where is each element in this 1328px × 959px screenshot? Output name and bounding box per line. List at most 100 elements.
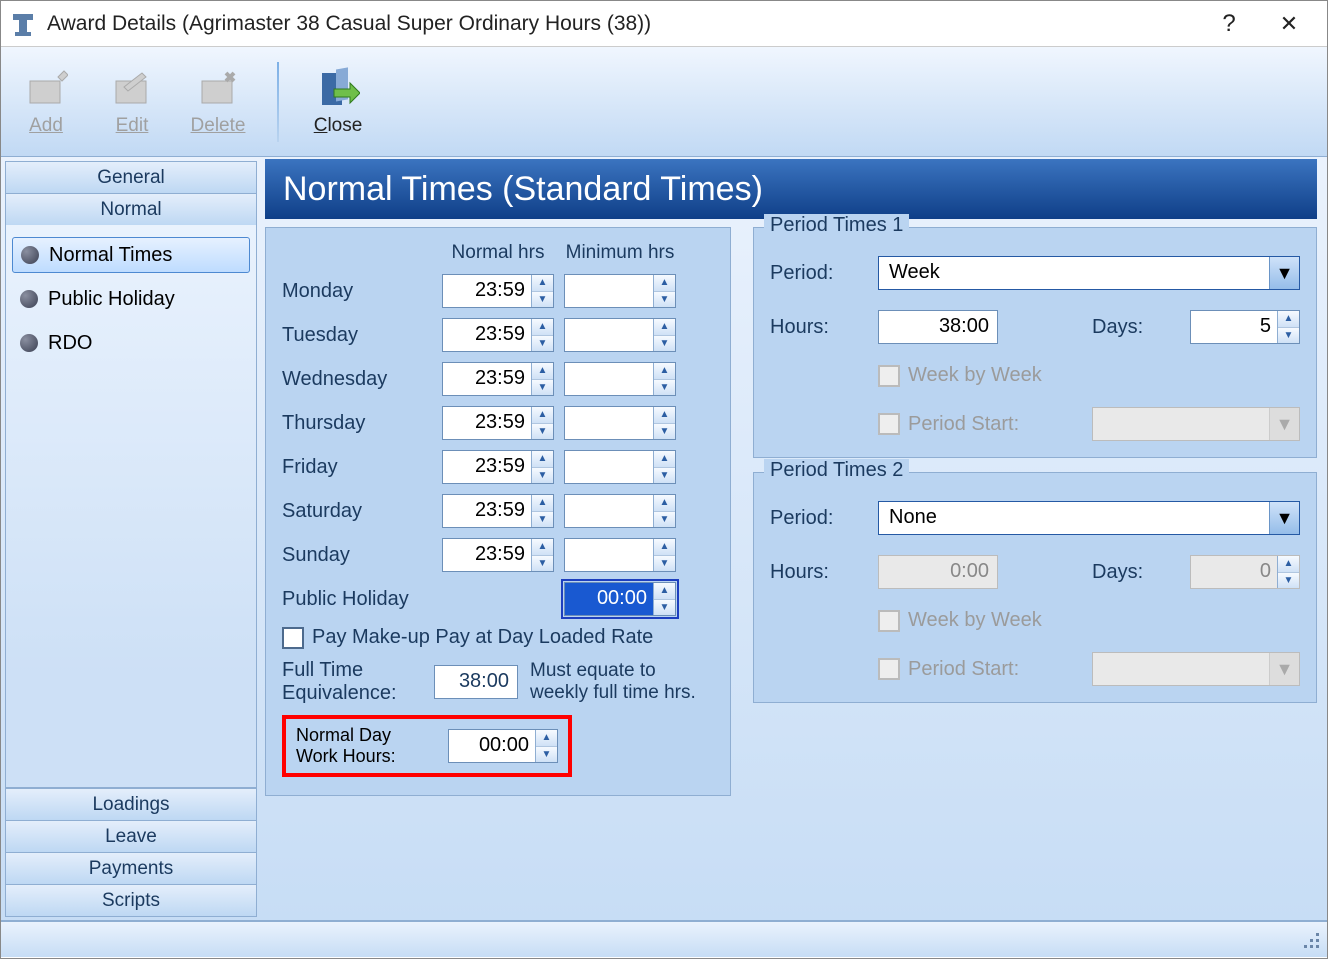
period2-hours-input: 0:00	[878, 555, 998, 589]
period1-periodstart-checkbox	[878, 413, 900, 435]
help-button[interactable]: ?	[1199, 4, 1259, 44]
normal-day-input[interactable]: 00:00▲▼	[448, 729, 558, 763]
period2-periodstart-select: ▼	[1092, 652, 1300, 686]
sidebar-item-scripts[interactable]: Scripts	[5, 884, 257, 917]
spin-up-icon[interactable]: ▲	[532, 275, 553, 292]
period2-periodstart-label: Period Start:	[908, 658, 1019, 681]
add-button: Add	[11, 67, 81, 137]
min-hrs-thursday[interactable]: ▲▼	[564, 406, 676, 440]
period1-hours-label: Hours:	[770, 316, 860, 339]
bullet-icon	[21, 246, 39, 264]
tree-label: Normal Times	[49, 244, 172, 267]
min-hrs-public-holiday[interactable]: 00:00▲▼	[564, 582, 676, 616]
edit-button: Edit	[97, 67, 167, 137]
sidebar-item-loadings[interactable]: Loadings	[5, 788, 257, 821]
close-button[interactable]: ✕	[1259, 4, 1319, 44]
status-bar	[1, 921, 1327, 957]
chevron-down-icon: ▼	[1269, 408, 1299, 440]
sidebar-top: General Normal	[5, 161, 257, 225]
delete-icon	[196, 67, 240, 111]
public-holiday-label: Public Holiday	[282, 588, 432, 611]
period1-hours-input[interactable]: 38:00	[878, 310, 998, 344]
period2-legend: Period Times 2	[764, 459, 909, 482]
sidebar-item-leave[interactable]: Leave	[5, 820, 257, 853]
body: General Normal Normal Times Public Holid…	[1, 157, 1327, 921]
chevron-down-icon[interactable]: ▼	[1269, 502, 1299, 534]
normal-hrs-friday[interactable]: 23:59▲▼	[442, 450, 554, 484]
close-tool-label: Close	[314, 115, 363, 137]
normal-hrs-monday[interactable]: 23:59▲▼	[442, 274, 554, 308]
day-label: Wednesday	[282, 368, 432, 391]
close-icon	[316, 67, 360, 111]
min-hrs-sunday[interactable]: ▲▼	[564, 538, 676, 572]
normal-day-label: Normal Day Work Hours:	[296, 725, 436, 767]
chevron-down-icon: ▼	[1269, 653, 1299, 685]
min-hrs-tuesday[interactable]: ▲▼	[564, 318, 676, 352]
period1-period-label: Period:	[770, 262, 860, 285]
normal-hrs-tuesday[interactable]: 23:59▲▼	[442, 318, 554, 352]
makeup-pay-checkbox[interactable]	[282, 627, 304, 649]
period1-weekbyweek-checkbox	[878, 365, 900, 387]
day-label: Thursday	[282, 412, 432, 435]
toolbar-separator	[277, 62, 279, 142]
edit-icon	[110, 67, 154, 111]
page-title: Normal Times (Standard Times)	[265, 159, 1317, 219]
period2-weekbyweek-label: Week by Week	[908, 609, 1042, 632]
titlebar: Award Details (Agrimaster 38 Casual Supe…	[1, 1, 1327, 47]
tree-item-normal-times[interactable]: Normal Times	[12, 237, 250, 273]
period2-days-label: Days:	[1092, 561, 1172, 584]
period2-weekbyweek-row: Week by Week	[878, 609, 1074, 632]
period2-periodstart-checkbox	[878, 658, 900, 680]
col-header-min: Minimum hrs	[564, 242, 676, 264]
spin-down-icon[interactable]: ▼	[532, 292, 553, 308]
period2-weekbyweek-checkbox	[878, 610, 900, 632]
day-label: Friday	[282, 456, 432, 479]
app-icon	[9, 10, 37, 38]
fte-label: Full Time Equivalence:	[282, 659, 422, 705]
sidebar-item-general[interactable]: General	[5, 161, 257, 194]
edit-label: Edit	[116, 115, 149, 137]
col-header-normal: Normal hrs	[442, 242, 554, 264]
min-hrs-saturday[interactable]: ▲▼	[564, 494, 676, 528]
sidebar-tree: Normal Times Public Holiday RDO	[5, 225, 257, 788]
normal-hrs-thursday[interactable]: 23:59▲▼	[442, 406, 554, 440]
period-times-1: Period Times 1 Period: Week ▼ Hours: 38:…	[753, 227, 1317, 458]
period2-period-select[interactable]: None ▼	[878, 501, 1300, 535]
sidebar-bottom: Loadings Leave Payments Scripts	[5, 788, 257, 916]
day-hours-panel: Normal hrs Minimum hrs Monday 23:59▲▼ ▲▼…	[265, 227, 731, 796]
content: Normal hrs Minimum hrs Monday 23:59▲▼ ▲▼…	[265, 227, 1317, 796]
add-label: Add	[29, 115, 63, 137]
makeup-pay-checkbox-row: Pay Make-up Pay at Day Loaded Rate	[282, 626, 714, 649]
bullet-icon	[20, 334, 38, 352]
period2-period-label: Period:	[770, 507, 860, 530]
fte-note: Must equate to weekly full time hrs.	[530, 660, 700, 704]
period2-hours-label: Hours:	[770, 561, 860, 584]
period1-periodstart-label: Period Start:	[908, 413, 1019, 436]
min-hrs-wednesday[interactable]: ▲▼	[564, 362, 676, 396]
normal-day-highlight: Normal Day Work Hours: 00:00▲▼	[282, 715, 572, 777]
min-hrs-friday[interactable]: ▲▼	[564, 450, 676, 484]
chevron-down-icon[interactable]: ▼	[1269, 257, 1299, 289]
period1-weekbyweek-row: Week by Week	[878, 364, 1074, 387]
tree-item-rdo[interactable]: RDO	[12, 325, 250, 361]
min-hrs-monday[interactable]: ▲▼	[564, 274, 676, 308]
add-icon	[24, 67, 68, 111]
close-tool-button[interactable]: Close	[303, 67, 373, 137]
spin-up-icon[interactable]: ▲	[654, 275, 675, 292]
period-times-2: Period Times 2 Period: None ▼ Hours: 0:0…	[753, 472, 1317, 703]
spin-down-icon[interactable]: ▼	[654, 292, 675, 308]
period1-days-label: Days:	[1092, 316, 1172, 339]
normal-hrs-saturday[interactable]: 23:59▲▼	[442, 494, 554, 528]
period1-period-select[interactable]: Week ▼	[878, 256, 1300, 290]
day-label: Tuesday	[282, 324, 432, 347]
period2-periodstart-row: Period Start:	[878, 658, 1074, 681]
period1-days-input[interactable]: 5▲▼	[1190, 310, 1300, 344]
fte-row: Full Time Equivalence: 38:00 Must equate…	[282, 659, 714, 705]
resize-grip-icon[interactable]	[1301, 930, 1321, 950]
sidebar-item-normal[interactable]: Normal	[5, 193, 257, 226]
normal-hrs-sunday[interactable]: 23:59▲▼	[442, 538, 554, 572]
tree-item-public-holiday[interactable]: Public Holiday	[12, 281, 250, 317]
normal-hrs-wednesday[interactable]: 23:59▲▼	[442, 362, 554, 396]
fte-input[interactable]: 38:00	[434, 665, 518, 699]
sidebar-item-payments[interactable]: Payments	[5, 852, 257, 885]
